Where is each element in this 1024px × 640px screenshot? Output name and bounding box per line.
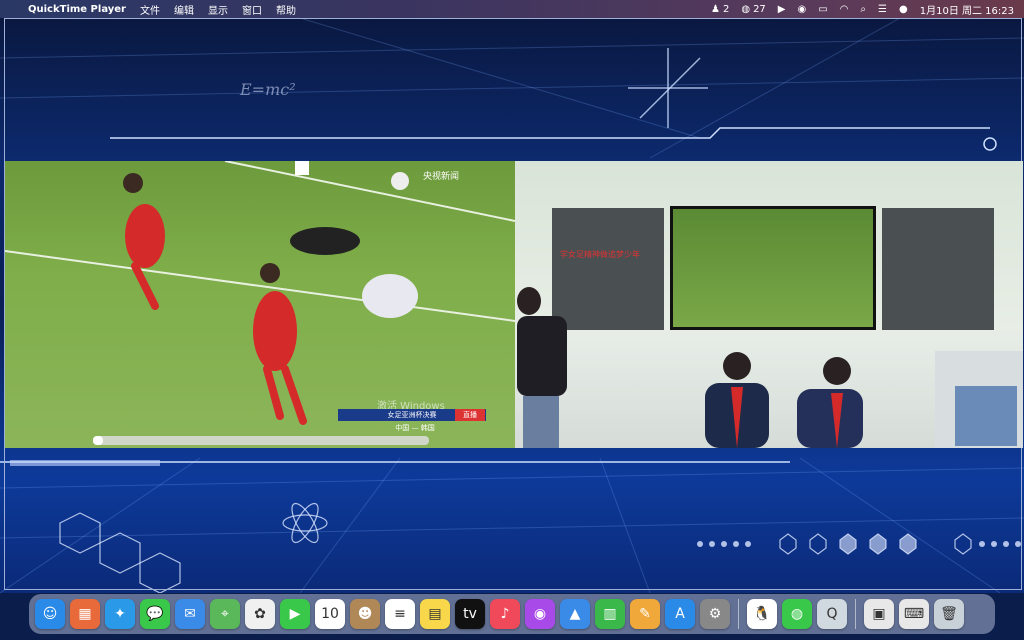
soccer-broadcast-pane[interactable]: 央视新闻 激活 Windows 女足亚洲杯决赛 直播 中国 — 韩国 <box>5 161 515 448</box>
qq-status-icon: ♟ <box>710 3 720 15</box>
dock-mail-icon[interactable]: ✉ <box>175 599 205 629</box>
dock-system-preferences-icon[interactable]: ⚙ <box>700 599 730 629</box>
classroom-video-pane[interactable]: 学女足精神做追梦少年 <box>515 161 1023 448</box>
wechat-status-icon: ◍ <box>741 3 751 15</box>
menu-help[interactable]: 帮助 <box>276 2 296 17</box>
screen-record-icon[interactable]: ◉ <box>798 4 807 15</box>
broadcaster-logo: 央视新闻 <box>423 172 460 182</box>
siri-icon[interactable]: ● <box>899 4 908 15</box>
dock-music-icon[interactable]: ♪ <box>490 599 520 629</box>
dock-maps-icon[interactable]: ⌖ <box>210 599 240 629</box>
dock-safari-icon[interactable]: ✦ <box>105 599 135 629</box>
dock: ☺ ▦ ✦ 💬 ✉ ⌖ ✿ ▶ 10 ☻ ≡ ▤ tv ♪ ◉ ▲ ▥ ✎ A ⚙ 🐧 ◍ Q ▣ ⌨ 🗑 <box>29 594 995 634</box>
playback-progress-bar[interactable] <box>93 436 429 445</box>
dock-separator <box>738 599 739 629</box>
menu-bar: QuickTime Player 文件 编辑 显示 窗口 帮助 ♟ 2 ◍ 27… <box>0 0 1024 18</box>
dock-keynote-icon[interactable]: ▲ <box>560 599 590 629</box>
menu-window[interactable]: 窗口 <box>242 2 262 17</box>
video-player[interactable]: 央视新闻 激活 Windows 女足亚洲杯决赛 直播 中国 — 韩国 学女足精神… <box>5 161 1023 448</box>
dock-qq-icon[interactable]: 🐧 <box>747 599 777 629</box>
menu-edit[interactable]: 编辑 <box>174 2 194 17</box>
dock-podcasts-icon[interactable]: ◉ <box>525 599 555 629</box>
slide-background: E=mc² 央视新闻 激活 Windows 女足亚洲杯决赛 直播 中国 — 韩国… <box>0 18 1024 593</box>
menu-view[interactable]: 显示 <box>208 2 228 17</box>
dock-notes-icon[interactable]: ▤ <box>420 599 450 629</box>
qq-status[interactable]: ♟ 2 <box>711 4 729 15</box>
match-teams: 中国 — 韩国 <box>395 424 435 432</box>
spotlight-icon[interactable]: ⌕ <box>860 4 866 15</box>
playback-progress-fill <box>93 436 104 445</box>
dock-trash-icon[interactable]: 🗑 <box>934 599 964 629</box>
dock-pages-icon[interactable]: ✎ <box>630 599 660 629</box>
classroom-people <box>515 287 1023 448</box>
play-status-icon[interactable]: ▶ <box>778 4 786 15</box>
live-badge: 直播 <box>455 409 485 421</box>
wechat-status[interactable]: ◍ 27 <box>741 4 765 15</box>
dock-facetime-icon[interactable]: ▶ <box>280 599 310 629</box>
dock-numbers-icon[interactable]: ▥ <box>595 599 625 629</box>
dock-separator <box>855 599 856 629</box>
dock-quicktime-icon[interactable]: Q <box>817 599 847 629</box>
dock-messages-icon[interactable]: 💬 <box>140 599 170 629</box>
menu-file[interactable]: 文件 <box>140 2 160 17</box>
wechat-count: 27 <box>753 3 766 15</box>
dock-contacts-icon[interactable]: ☻ <box>350 599 380 629</box>
dock-keyboard-viewer-icon[interactable]: ⌨ <box>899 599 929 629</box>
clock[interactable]: 1月10日 周二 16:23 <box>920 2 1014 17</box>
dock-wechat-icon[interactable]: ◍ <box>782 599 812 629</box>
control-center-icon[interactable]: ☰ <box>878 4 887 15</box>
dock-preview-icon[interactable]: ▣ <box>864 599 894 629</box>
app-menu[interactable]: QuickTime Player <box>28 4 126 15</box>
dock-finder-icon[interactable]: ☺ <box>35 599 65 629</box>
dock-apple-tv-icon[interactable]: tv <box>455 599 485 629</box>
qq-count: 2 <box>722 3 730 15</box>
dock-photos-icon[interactable]: ✿ <box>245 599 275 629</box>
battery-icon[interactable]: ▭ <box>818 4 827 15</box>
dock-app-store-icon[interactable]: A <box>665 599 695 629</box>
dock-calendar-icon[interactable]: 10 <box>315 599 345 629</box>
dock-launchpad-icon[interactable]: ▦ <box>70 599 100 629</box>
wifi-icon[interactable]: ◠ <box>840 4 849 15</box>
dock-reminders-icon[interactable]: ≡ <box>385 599 415 629</box>
